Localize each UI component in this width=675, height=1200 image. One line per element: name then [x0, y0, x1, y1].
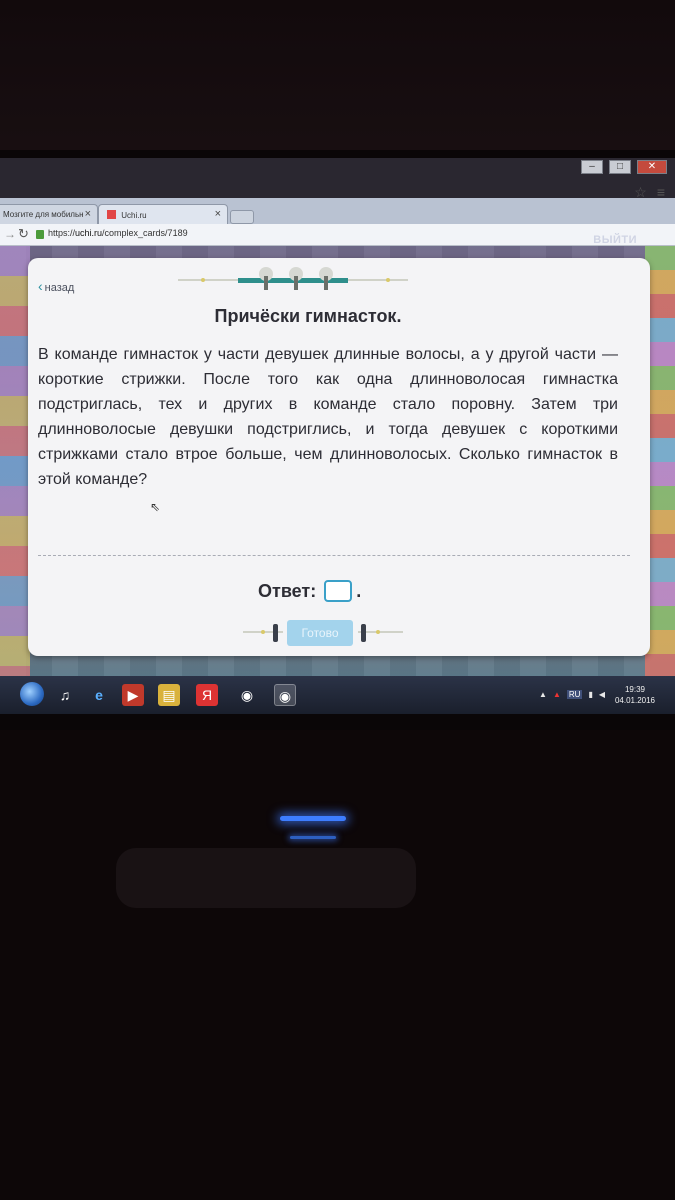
chrome-active-icon[interactable]: ◉: [274, 684, 296, 706]
address-bar[interactable]: https://uchi.ru/complex_cards/7189: [48, 228, 188, 238]
language-indicator[interactable]: RU: [566, 690, 583, 699]
url-host: uchi.ru: [75, 228, 103, 238]
clock-date: 04.01.2016: [614, 696, 655, 705]
tab-uchi[interactable]: Uchi.ru ×: [98, 204, 228, 224]
tab-label: Мозгите для мобильн: [3, 210, 84, 219]
url-path: /complex_cards/7189: [102, 228, 188, 238]
tab-label: Uchi.ru: [121, 211, 147, 220]
speaker-app-icon[interactable]: ♫: [54, 684, 76, 706]
done-button[interactable]: Готово: [287, 620, 353, 646]
clock-time: 19:39: [624, 685, 645, 694]
monitor-led-reflection: [290, 836, 336, 839]
problem-text: В команде гимнасток у части девушек длин…: [38, 346, 618, 488]
back-label: назад: [44, 282, 75, 294]
monitor-stand: [116, 848, 416, 908]
warning-icon[interactable]: ▲: [553, 690, 561, 699]
divider: [38, 555, 630, 556]
forward-arrow-icon[interactable]: →: [4, 227, 16, 241]
answer-input[interactable]: [324, 580, 353, 602]
close-tab-icon[interactable]: ×: [215, 208, 221, 220]
lock-icon: [36, 230, 44, 239]
close-window-button[interactable]: ✕: [637, 160, 667, 174]
screen: – □ ✕ Мозгите для мобильн × Uchi.ru × ☆ …: [0, 158, 675, 714]
network-icon[interactable]: ▮: [588, 690, 592, 699]
url-protocol: https://: [48, 228, 76, 238]
yandex-browser-icon[interactable]: Я: [196, 684, 218, 706]
logout-link[interactable]: ВЫЙТИ: [593, 234, 637, 246]
answer-row: Ответ: .: [258, 580, 361, 602]
new-tab-button[interactable]: [230, 210, 254, 224]
monitor-power-led: [280, 816, 346, 821]
ie-browser-icon[interactable]: e: [88, 684, 110, 706]
background-tiles-left: [0, 246, 30, 676]
answer-label: Ответ:: [258, 580, 317, 601]
back-link[interactable]: ‹ назад: [38, 278, 74, 294]
window-controls: – □ ✕: [581, 160, 667, 174]
task-card: ‹ назад Причёски гимнасток. В команде гим…: [28, 258, 650, 656]
tab-other[interactable]: Мозгите для мобильн ×: [0, 204, 98, 224]
page-content: ВЫЙТИ ‹ назад Причёски гимнасток. В коман…: [0, 234, 675, 676]
menu-icon[interactable]: ≡: [657, 184, 665, 201]
clock[interactable]: 19:39 04.01.2016: [615, 684, 655, 706]
media-player-icon[interactable]: ▶: [122, 684, 144, 706]
browser-top-icons: ☆ ≡: [634, 184, 665, 201]
chevron-left-icon: ‹: [38, 278, 43, 294]
start-button[interactable]: [20, 682, 44, 706]
taskbar: ♫ e ▶ ▤ Я ◉ ◉ ▲ ▲ RU ▮ ◀ 19:39 04.01.201…: [0, 676, 675, 714]
uchi-favicon-icon: [107, 210, 116, 219]
done-area: Готово: [243, 620, 403, 650]
minimize-button[interactable]: –: [581, 160, 603, 174]
tab-strip: Мозгите для мобильн × Uchi.ru ×: [0, 198, 675, 224]
mouse-cursor-icon: ⇖: [150, 500, 161, 514]
volume-icon[interactable]: ◀: [599, 690, 605, 699]
close-tab-icon[interactable]: ×: [85, 208, 91, 220]
explorer-folder-icon[interactable]: ▤: [158, 684, 180, 706]
chrome-icon[interactable]: ◉: [236, 684, 258, 706]
lamps-decoration-icon: [178, 267, 408, 290]
tray-arrow-icon[interactable]: ▲: [539, 690, 547, 699]
answer-suffix: .: [356, 580, 362, 601]
system-tray: ▲ ▲ RU ▮ ◀: [539, 690, 605, 699]
task-title: Причёски гимнасток.: [214, 306, 402, 326]
bookmark-star-icon[interactable]: ☆: [634, 184, 647, 201]
maximize-button[interactable]: □: [609, 160, 631, 174]
reload-icon[interactable]: ↻: [18, 226, 29, 242]
address-toolbar: → ↻ https://uchi.ru/complex_cards/7189: [0, 224, 675, 246]
